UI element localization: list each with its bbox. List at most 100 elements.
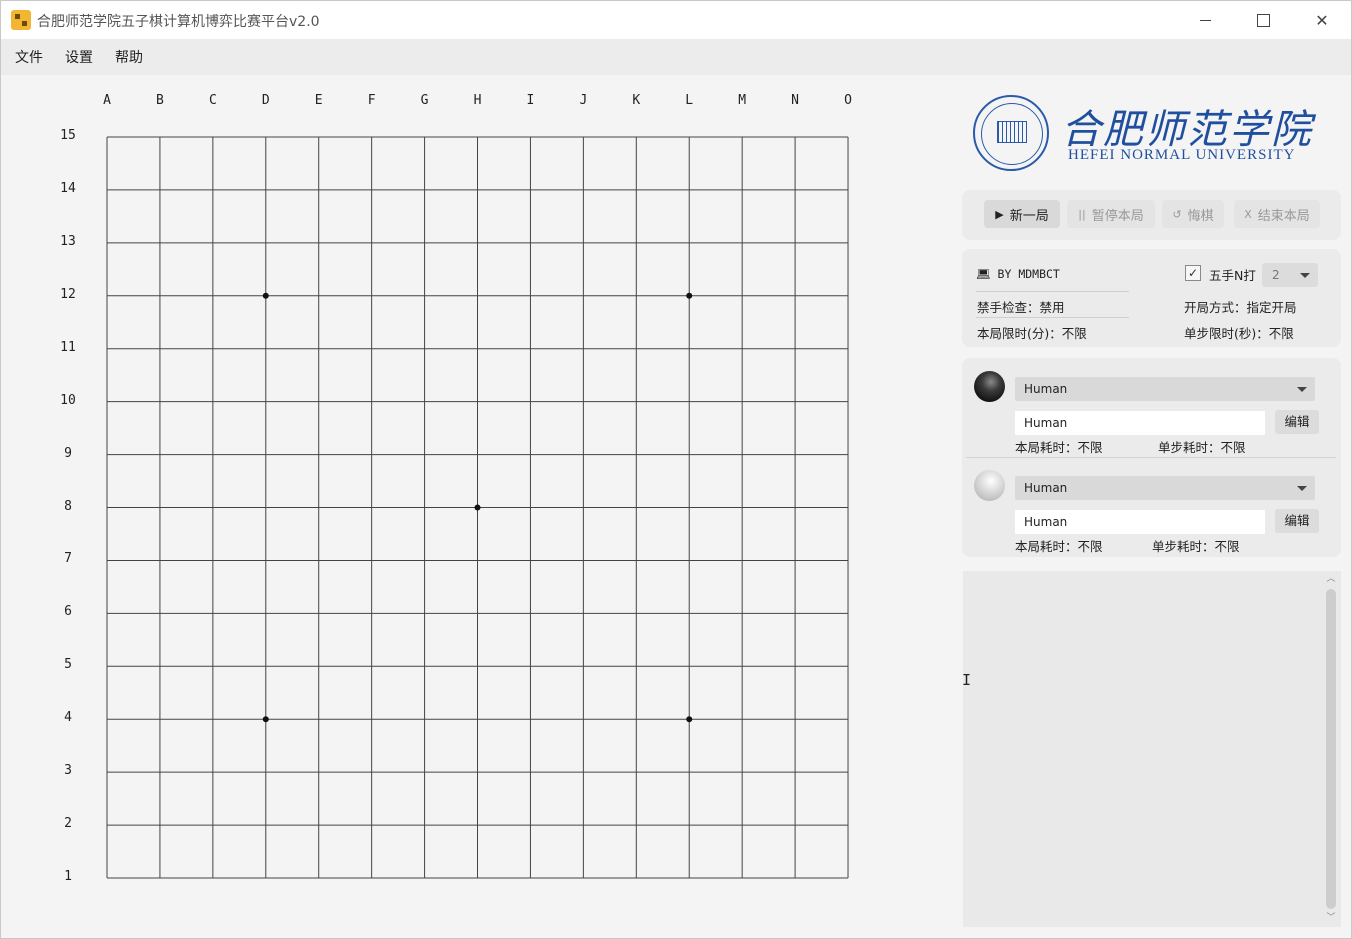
column-label: F: [367, 93, 376, 108]
star-point: [262, 716, 269, 723]
n-value: 2: [1272, 268, 1280, 282]
black-player-type-select[interactable]: Human: [1015, 377, 1315, 401]
university-seal-icon: [973, 95, 1049, 171]
row-label: 10: [60, 392, 76, 408]
log-scrollbar[interactable]: ︿ ﹀: [1323, 571, 1339, 927]
menu-settings[interactable]: 设置: [65, 47, 93, 67]
chevron-down-icon: [1297, 486, 1307, 491]
step-time-limit: 单步限时(秒)：不限: [1184, 326, 1294, 341]
maximize-button[interactable]: [1234, 1, 1292, 39]
opening-mode: 开局方式：指定开局: [1184, 300, 1297, 315]
row-label: 1: [64, 869, 72, 885]
game-info-panel: 💻︎ BY MDMBCT 禁手检查：禁用 本局限时(分)：不限 ✓ 五手N打 2…: [962, 249, 1341, 347]
pause-game-label: 暂停本局: [1091, 208, 1144, 224]
column-label: G: [420, 93, 429, 108]
row-label: 9: [64, 445, 72, 461]
chevron-down-icon: [1300, 273, 1310, 278]
undo-icon: ↺: [1172, 207, 1182, 221]
pause-game-button[interactable]: || 暂停本局: [1067, 200, 1155, 228]
black-stone-icon: [974, 371, 1005, 402]
white-step-time: 单步耗时：不限: [1152, 539, 1240, 554]
new-game-label: 新一局: [1009, 208, 1049, 224]
close-button[interactable]: ✕: [1293, 1, 1351, 39]
black-total-time: 本局耗时：不限: [1015, 440, 1103, 455]
row-label: 7: [64, 551, 72, 567]
row-label: 14: [60, 180, 76, 196]
app-icon: [11, 10, 31, 30]
gomoku-board-area: A B C D E F G H I J K L M N O 15 14 13 12 11 10 9 8 7 6 5 4 3 2 1: [1, 75, 951, 935]
menu-file[interactable]: 文件: [15, 47, 43, 67]
row-label: 4: [64, 710, 72, 726]
star-point: [262, 292, 269, 299]
author-credit: 💻︎ BY MDMBCT: [976, 267, 1060, 281]
row-label: 2: [64, 816, 72, 832]
row-label: 11: [60, 339, 76, 355]
info-divider: [976, 317, 1129, 318]
row-label: 3: [64, 763, 72, 779]
black-step-time: 单步耗时：不限: [1158, 440, 1246, 455]
star-point: [686, 292, 693, 299]
scroll-up-icon[interactable]: ︿: [1325, 573, 1337, 585]
column-label: A: [103, 93, 111, 108]
laptop-icon: 💻︎: [976, 267, 991, 281]
menu-bar: 文件 设置 帮助: [1, 39, 1351, 75]
end-game-label: 结束本局: [1257, 208, 1310, 224]
row-label: 6: [64, 604, 72, 620]
menu-help[interactable]: 帮助: [115, 47, 143, 67]
players-panel: Human Human 编辑 本局耗时：不限 单步耗时：不限 Human Hum…: [962, 358, 1341, 557]
row-label: 12: [60, 286, 76, 302]
new-game-button[interactable]: ▶ 新一局: [984, 200, 1060, 228]
n-value-select[interactable]: 2: [1262, 263, 1318, 287]
column-label: I: [526, 93, 535, 108]
scroll-thumb[interactable]: [1326, 589, 1336, 909]
fifth-move-label: 五手N打: [1209, 268, 1256, 283]
game-log-area[interactable]: [963, 571, 1341, 927]
undo-label: 悔棋: [1187, 208, 1214, 224]
column-label: H: [473, 93, 482, 108]
fifth-move-checkbox[interactable]: ✓: [1185, 265, 1201, 281]
window-title: 合肥师范学院五子棋计算机博弈比赛平台v2.0: [37, 14, 320, 30]
black-player-name-field[interactable]: Human: [1015, 411, 1265, 435]
column-label: M: [738, 93, 747, 108]
star-point: [686, 716, 693, 723]
white-total-time: 本局耗时：不限: [1015, 539, 1103, 554]
column-label: L: [685, 93, 694, 108]
column-label: N: [791, 93, 799, 108]
row-label: 15: [60, 128, 76, 143]
white-player-name-field[interactable]: Human: [1015, 510, 1265, 534]
column-label: K: [632, 93, 641, 108]
play-icon: ▶: [995, 207, 1004, 221]
total-time-limit: 本局限时(分)：不限: [977, 326, 1087, 341]
player-divider: [966, 457, 1336, 458]
column-label: O: [844, 93, 852, 108]
row-label: 5: [64, 657, 72, 673]
text-cursor-icon: I: [962, 671, 972, 689]
logo-english-name: HEFEI NORMAL UNIVERSITY: [1068, 147, 1296, 163]
game-controls: ▶ 新一局 || 暂停本局 ↺ 悔棋 X 结束本局: [962, 190, 1341, 240]
column-label: B: [156, 93, 164, 108]
end-game-button[interactable]: X 结束本局: [1234, 200, 1320, 228]
close-x-icon: X: [1244, 207, 1252, 221]
title-bar: 合肥师范学院五子棋计算机博弈比赛平台v2.0 ✕: [1, 1, 1351, 39]
minimize-button[interactable]: [1176, 1, 1234, 39]
star-point: [474, 504, 481, 511]
column-label: D: [261, 93, 270, 108]
gomoku-board[interactable]: [1, 75, 951, 935]
chevron-down-icon: [1297, 387, 1307, 392]
info-divider: [976, 291, 1129, 292]
column-label: E: [314, 93, 323, 108]
column-label: C: [208, 93, 217, 108]
white-stone-icon: [974, 470, 1005, 501]
row-label: 13: [60, 233, 76, 249]
column-label: J: [579, 93, 588, 108]
pause-icon: ||: [1078, 207, 1086, 221]
white-edit-button[interactable]: 编辑: [1275, 509, 1319, 533]
app-window: 合肥师范学院五子棋计算机博弈比赛平台v2.0 ✕ 文件 设置 帮助 A B C D E F…: [0, 0, 1352, 939]
undo-button[interactable]: ↺ 悔棋: [1162, 200, 1224, 228]
white-player-type-select[interactable]: Human: [1015, 476, 1315, 500]
scroll-down-icon[interactable]: ﹀: [1325, 912, 1337, 924]
close-icon: ✕: [1315, 10, 1329, 30]
forbidden-check-status: 禁手检查：禁用: [977, 300, 1065, 315]
row-label: 8: [64, 498, 72, 514]
black-edit-button[interactable]: 编辑: [1275, 410, 1319, 434]
